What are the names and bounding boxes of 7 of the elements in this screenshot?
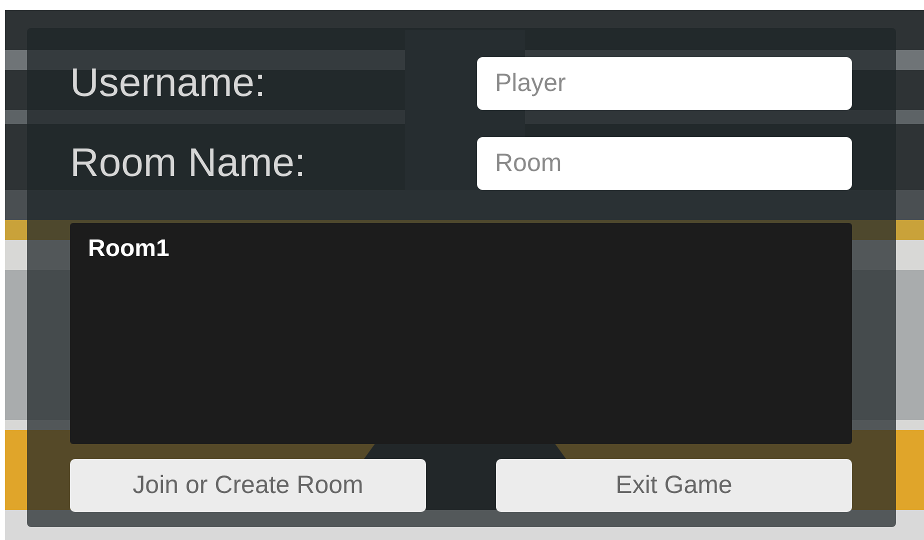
field-label: Room Name: [70,141,306,186]
menu-button[interactable]: Join or Create Room [70,459,426,512]
room-item[interactable]: Room1 [88,235,170,263]
field-label: Username: [70,61,266,106]
input-field[interactable]: Player [477,57,852,110]
input-field[interactable]: Room [477,137,852,190]
menu-button[interactable]: Exit Game [496,459,852,512]
